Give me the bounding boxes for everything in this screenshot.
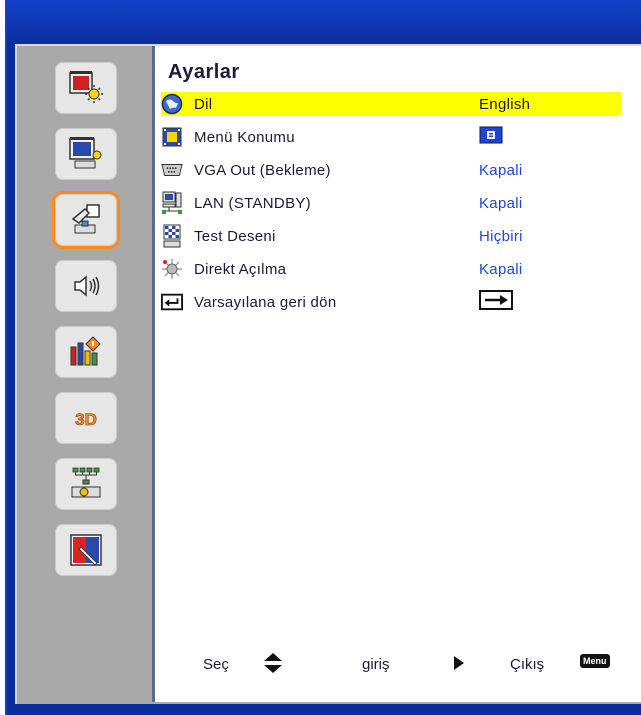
page-title: Ayarlar <box>168 61 240 83</box>
sidebar-item-volume[interactable] <box>55 260 117 312</box>
network-icon <box>71 467 101 498</box>
direct-power-icon <box>161 258 183 280</box>
right-triangle-icon <box>453 655 465 675</box>
up-down-arrow-icon <box>263 652 283 678</box>
osd-frame: 3D Ayarlar Dil English Menü Konumu VGA O… <box>5 0 641 715</box>
menu-center-icon <box>479 126 503 148</box>
select-hint-label: Seç <box>203 656 229 673</box>
sidebar-item-3d[interactable]: 3D <box>55 392 117 444</box>
test-pattern-icon <box>161 224 183 248</box>
osd-panel: 3D Ayarlar Dil English Menü Konumu VGA O… <box>15 44 641 704</box>
menu-row-value: English <box>479 95 531 113</box>
menu-row-label: Menü Konumu <box>194 128 295 146</box>
menu-row-label: LAN (STANDBY) <box>194 194 311 212</box>
setup-icon <box>71 204 100 234</box>
menu-key-icon: Menu <box>580 654 610 668</box>
menu-row-label: Dil <box>194 95 213 113</box>
menu-row-label: Test Deseni <box>194 227 276 245</box>
exit-hint-label: Çıkış <box>510 656 545 673</box>
options-icon <box>70 336 101 366</box>
sidebar-item-pen[interactable] <box>55 524 117 576</box>
settings-content: Ayarlar Dil English Menü Konumu VGA Out … <box>152 46 641 702</box>
menu-row-vga-out[interactable]: VGA Out (Bekleme) Kapali <box>161 158 621 182</box>
right-arrow-box-icon <box>479 290 513 314</box>
menu-row-test-pattern[interactable]: Test Deseni Hiçbiri <box>161 224 621 248</box>
sidebar-item-options[interactable] <box>55 326 117 378</box>
volume-icon <box>74 275 100 297</box>
globe-icon <box>161 93 183 115</box>
display-settings-icon <box>69 137 102 169</box>
menu-row-menu-position[interactable]: Menü Konumu <box>161 125 621 149</box>
sidebar-item-network[interactable] <box>55 458 117 510</box>
return-icon <box>161 291 183 313</box>
menu-row-label: Direkt Açılma <box>194 260 287 278</box>
menu-row-lan-standby[interactable]: LAN (STANDBY) Kapali <box>161 191 621 215</box>
footer-hints: Seç giriş Çıkış Menu <box>155 650 641 680</box>
network-computer-icon <box>161 191 183 214</box>
menu-position-icon <box>161 126 183 148</box>
menu-row-label: VGA Out (Bekleme) <box>194 161 331 179</box>
vga-port-icon <box>161 159 183 181</box>
enter-hint-label: giriş <box>362 656 390 673</box>
svg-text:3D: 3D <box>75 410 97 429</box>
menu-row-direct-power[interactable]: Direkt Açılma Kapali <box>161 257 621 281</box>
sidebar-item-image[interactable] <box>55 62 117 114</box>
menu-row-reset[interactable]: Varsayılana geri dön <box>161 290 621 314</box>
pen-icon <box>70 534 102 566</box>
sidebar-item-display[interactable] <box>55 128 117 180</box>
menu-row-value: Kapali <box>479 194 523 212</box>
menu-row-language[interactable]: Dil English <box>161 92 621 116</box>
menu-row-value: Hiçbiri <box>479 227 523 245</box>
menu-row-label: Varsayılana geri dön <box>194 293 337 311</box>
menu-row-value: Kapali <box>479 260 523 278</box>
image-settings-icon <box>69 71 103 103</box>
top-band <box>7 0 641 44</box>
sidebar-item-setup[interactable] <box>55 194 117 246</box>
3d-icon: 3D <box>75 410 97 430</box>
menu-row-value: Kapali <box>479 161 523 179</box>
